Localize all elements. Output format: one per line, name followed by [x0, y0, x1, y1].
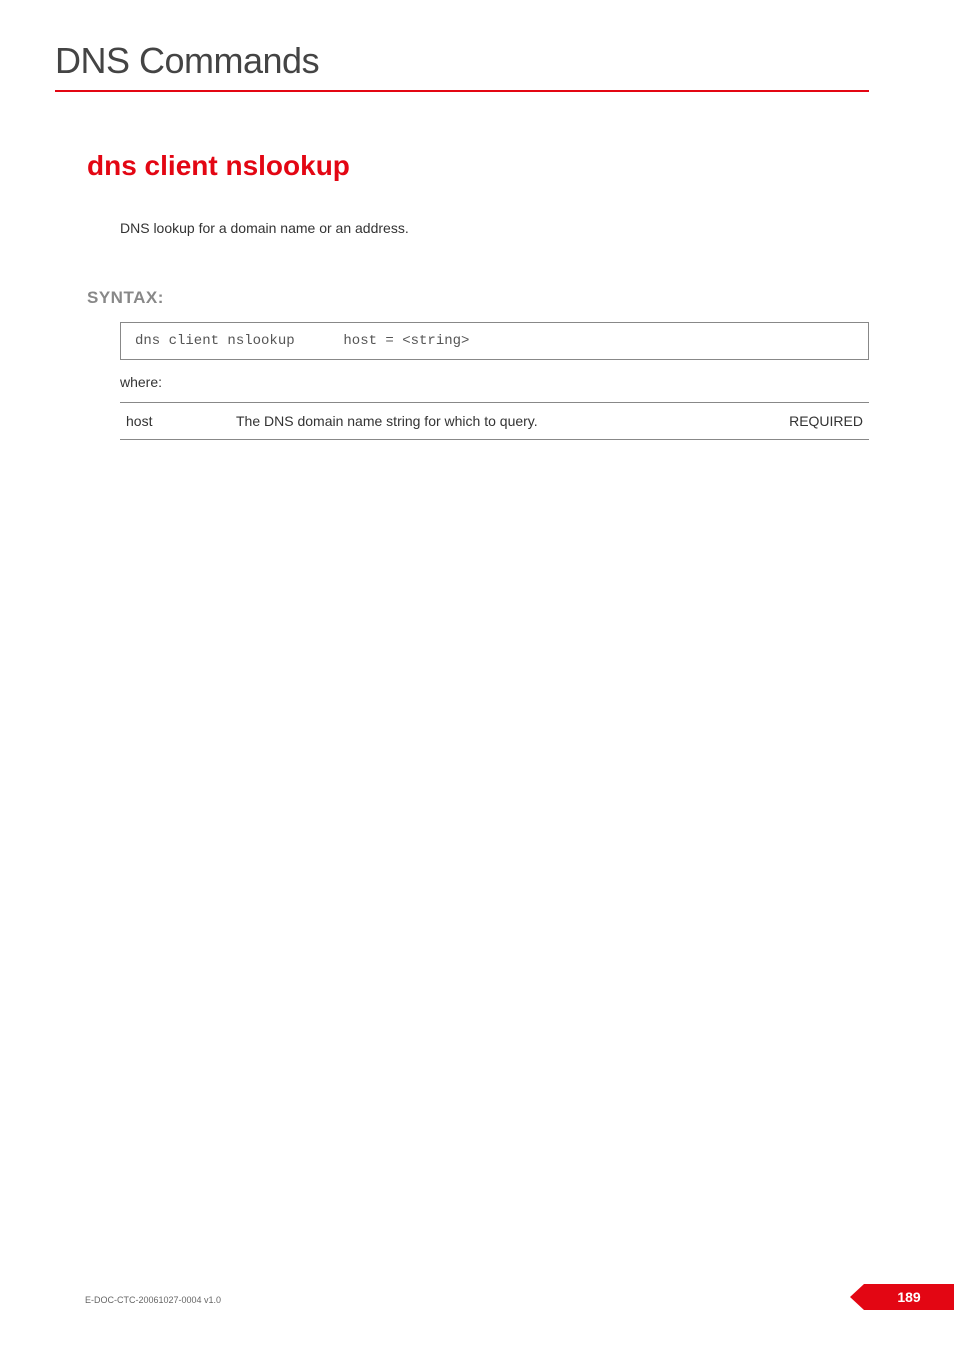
- table-row: host The DNS domain name string for whic…: [120, 403, 869, 440]
- param-required-cell: REQUIRED: [749, 403, 869, 440]
- command-title: dns client nslookup: [87, 150, 869, 182]
- footer-page-number: 189: [864, 1284, 954, 1310]
- header-divider: [55, 90, 869, 92]
- where-label: where:: [120, 374, 869, 390]
- parameter-table: host The DNS domain name string for whic…: [120, 402, 869, 440]
- syntax-command: dns client nslookup: [135, 333, 335, 349]
- syntax-heading: SYNTAX:: [87, 288, 869, 308]
- param-description-cell: The DNS domain name string for which to …: [230, 403, 749, 440]
- syntax-parameter: host = <string>: [343, 333, 469, 349]
- syntax-code-block: dns client nslookup host = <string>: [120, 322, 869, 360]
- page-footer: E-DOC-CTC-20061027-0004 v1.0 189: [0, 1282, 954, 1310]
- footer-doc-id: E-DOC-CTC-20061027-0004 v1.0: [85, 1295, 221, 1305]
- command-description: DNS lookup for a domain name or an addre…: [120, 220, 869, 236]
- page-header-title: DNS Commands: [55, 40, 869, 82]
- param-name-cell: host: [120, 403, 230, 440]
